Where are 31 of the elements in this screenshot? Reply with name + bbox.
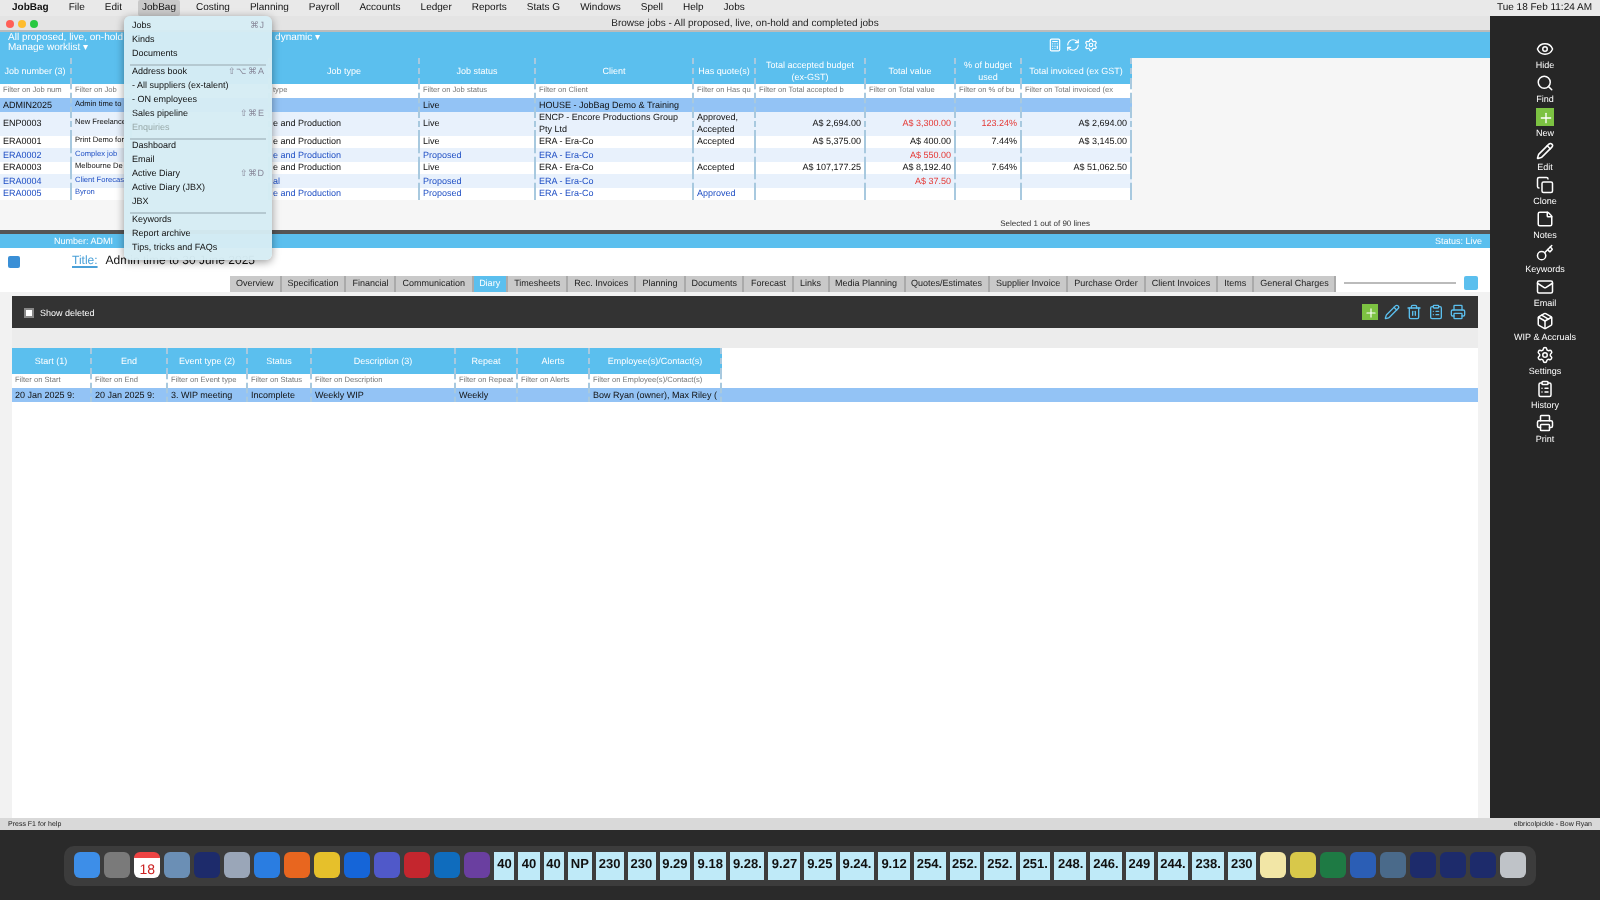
eye-icon	[1536, 40, 1554, 58]
close-button[interactable]	[6, 19, 14, 27]
settings-button[interactable]	[1464, 276, 1478, 290]
key-icon	[1536, 244, 1554, 262]
clipboard-icon	[1536, 380, 1554, 398]
settings-icon[interactable]	[1084, 38, 1098, 52]
clipboard-icon[interactable]	[1428, 304, 1444, 320]
plus-icon	[1536, 108, 1554, 126]
app-icon[interactable]	[314, 852, 341, 878]
refresh-icon[interactable]	[1066, 38, 1080, 52]
note-icon	[1536, 210, 1554, 228]
job-icon[interactable]	[8, 255, 20, 267]
app-icon[interactable]	[1499, 852, 1526, 878]
search-icon	[1536, 74, 1554, 92]
settings-icon	[1536, 346, 1554, 364]
app-icon[interactable]	[1289, 852, 1316, 878]
trash-icon[interactable]	[1406, 304, 1422, 320]
pencil-icon[interactable]	[1384, 304, 1400, 320]
pencil-icon	[1536, 142, 1554, 160]
mail-icon	[1536, 278, 1554, 296]
printer-icon[interactable]	[1450, 304, 1466, 320]
checkbox[interactable]	[24, 307, 34, 317]
minimize-button[interactable]	[18, 19, 26, 27]
zoom-button[interactable]	[30, 19, 38, 27]
calculator-icon[interactable]	[1048, 38, 1062, 52]
add-button[interactable]	[1362, 304, 1378, 320]
app-icon[interactable]	[1259, 852, 1286, 878]
printer-icon	[1536, 414, 1554, 432]
app-icon[interactable]	[224, 852, 251, 878]
box-icon	[1536, 312, 1554, 330]
copy-icon	[1536, 176, 1554, 194]
